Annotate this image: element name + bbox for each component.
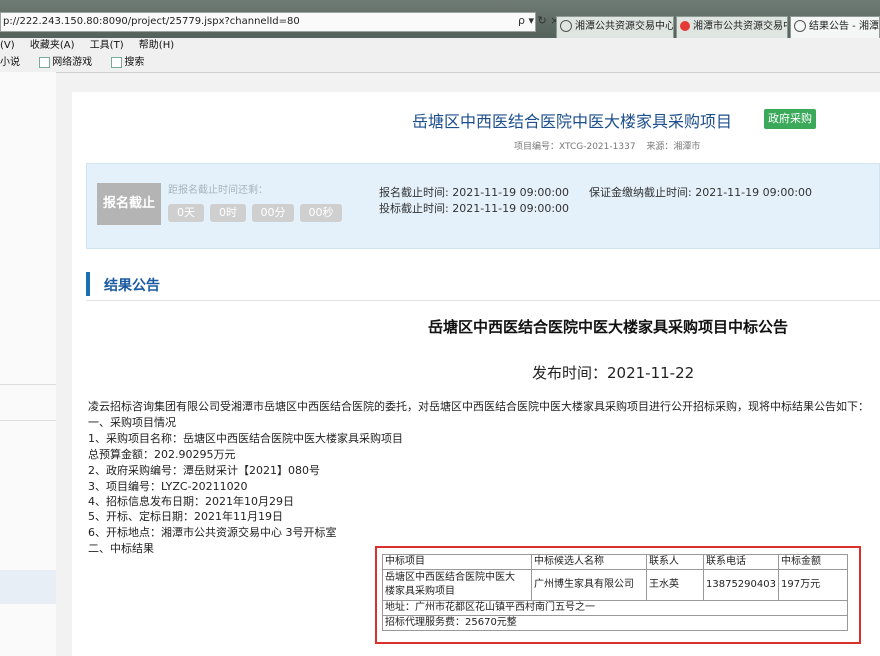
project-title: 岳塘区中西医结合医院中医大楼家具采购项目 <box>412 112 733 131</box>
browser-toolbar: p://222.243.150.80:8090/project/25779.js… <box>0 0 880 38</box>
table-cell-project: 岳塘区中西医结合医院中医大 楼家具采购项目 <box>382 569 532 601</box>
project-name-line: 楼家具采购项目 <box>385 586 455 597</box>
notice-line: 6、开标地点：湘潭市公共资源交易中心 3号开标室 <box>88 526 337 539</box>
site-icon <box>680 21 690 31</box>
favorite-label: 网络游戏 <box>52 57 93 68</box>
tab-label: 湘潭公共资源交易中心企… <box>575 21 674 32</box>
countdown-hours: 0时 <box>210 204 246 222</box>
category-badge: 政府采购 <box>764 109 816 129</box>
browser-tab[interactable]: 湘潭公共资源交易中心企… <box>556 16 674 38</box>
menu-item-help[interactable]: 帮助(H) <box>139 38 174 54</box>
notice-line: 总预算金额：202.90295万元 <box>88 448 236 461</box>
left-sidebar <box>0 72 56 656</box>
favorite-link[interactable]: 搜索 <box>111 54 152 72</box>
notice-line: 3、项目编号：LYZC-20211020 <box>88 480 248 493</box>
browser-tab-active[interactable]: 结果公告 - 湘潭市公… <box>790 16 880 38</box>
table-cell-fee: 招标代理服务费：25670元整 <box>382 615 848 631</box>
project-source: 来源：湘潭市 <box>646 142 701 152</box>
section-header: 结果公告 <box>86 270 880 301</box>
table-row: 岳塘区中西医结合医院中医大 楼家具采购项目 广州博生家具有限公司 王水英 138… <box>382 569 848 601</box>
table-row: 地址：广州市花都区花山镇平西村南门五号之一 <box>382 600 848 616</box>
favorite-label: 小说 <box>0 57 20 68</box>
notice-line: 一、采购项目情况 <box>88 416 176 429</box>
browser-tab[interactable]: 湘潭市公共资源交易中心 <box>676 16 788 38</box>
column-header: 中标项目 <box>382 554 532 570</box>
menu-item-tools[interactable]: 工具(T) <box>90 38 124 54</box>
project-name-line: 岳塘区中西医结合医院中医大 <box>385 572 515 583</box>
column-header: 中标金额 <box>778 554 848 570</box>
page-content: 岳塘区中西医结合医院中医大楼家具采购项目 政府采购 项目编号：XTCG-2021… <box>72 92 880 656</box>
register-deadline: 报名截止时间: 2021-11-19 09:00:00 <box>379 186 570 199</box>
notice-line: 2、政府采购编号：潭岳财采计【2021】080号 <box>88 464 320 477</box>
table-cell-contact: 王水英 <box>646 569 704 601</box>
notice-paragraph: 凌云招标咨询集团有限公司受湘潭市岳塘区中西医结合医院的委托，对岳塘区中西医结合医… <box>88 400 869 413</box>
favorite-icon <box>111 56 123 68</box>
notice-line: 4、招标信息发布日期：2021年10月29日 <box>88 495 294 508</box>
notice-line: 5、开标、定标日期：2021年11月19日 <box>88 510 283 523</box>
menu-bar: (V) 收藏夹(A) 工具(T) 帮助(H) <box>0 38 880 54</box>
project-code: 项目编号：XTCG-2021-1337 <box>514 142 636 152</box>
registration-closed-button[interactable]: 报名截止 <box>97 183 161 225</box>
column-header: 联系人 <box>646 554 704 570</box>
notice-line: 二、中标结果 <box>88 542 154 555</box>
notice-line: 1、采购项目名称：岳塘区中西医结合医院中医大楼家具采购项目 <box>88 432 403 445</box>
menu-item-view[interactable]: (V) <box>0 38 15 54</box>
project-meta: 项目编号：XTCG-2021-1337 来源：湘潭市 <box>514 139 708 152</box>
favorites-bar: 小说 网络游戏 搜索 <box>0 54 880 73</box>
countdown-label: 距报名截止时间还剩： <box>168 185 268 196</box>
table-cell-address: 地址：广州市花都区花山镇平西村南门五号之一 <box>382 600 848 616</box>
section-accent <box>86 272 90 296</box>
column-header: 中标候选人名称 <box>531 554 647 570</box>
page-icon <box>560 20 572 32</box>
status-panel: 报名截止 距报名截止时间还剩： 0天 0时 00分 00秒 报名截止时间: 20… <box>86 163 880 249</box>
tab-label: 结果公告 - 湘潭市公… <box>809 21 879 32</box>
notice-title: 岳塘区中西医结合医院中医大楼家具采购项目中标公告 <box>428 318 789 336</box>
page-icon <box>794 20 806 32</box>
result-table: 中标项目 中标候选人名称 联系人 联系电话 中标金额 岳塘区中西医结合医院中医大… <box>382 554 848 631</box>
divider <box>0 420 56 421</box>
favorite-link[interactable]: 网络游戏 <box>39 54 100 72</box>
table-cell-amount: 197万元 <box>778 569 848 601</box>
favorite-link[interactable]: 小说 <box>0 54 28 72</box>
menu-item-favorites[interactable]: 收藏夹(A) <box>30 38 75 54</box>
column-header: 联系电话 <box>703 554 779 570</box>
section-title: 结果公告 <box>104 278 160 294</box>
table-cell-phone: 13875290403 <box>703 569 779 601</box>
favorite-icon <box>39 56 51 68</box>
publish-date: 发布时间：2021-11-22 <box>532 364 695 382</box>
table-cell-candidate: 广州博生家具有限公司 <box>531 569 647 601</box>
favorite-label: 搜索 <box>124 57 145 68</box>
sidebar-item-active[interactable] <box>0 570 56 604</box>
address-bar-tools[interactable]: ρ ▾ ↻ × <box>518 14 559 27</box>
countdown-days: 0天 <box>168 204 204 222</box>
table-row: 招标代理服务费：25670元整 <box>382 615 848 631</box>
divider <box>0 384 56 385</box>
countdown-seconds: 00秒 <box>300 204 342 222</box>
countdown-minutes: 00分 <box>252 204 294 222</box>
deposit-deadline: 保证金缴纳截止时间: 2021-11-19 09:00:00 <box>589 186 813 199</box>
bid-deadline: 投标截止时间: 2021-11-19 09:00:00 <box>379 202 570 215</box>
table-header-row: 中标项目 中标候选人名称 联系人 联系电话 中标金额 <box>382 554 848 570</box>
address-bar[interactable]: p://222.243.150.80:8090/project/25779.js… <box>0 12 536 32</box>
tab-label: 湘潭市公共资源交易中心 <box>693 21 787 32</box>
